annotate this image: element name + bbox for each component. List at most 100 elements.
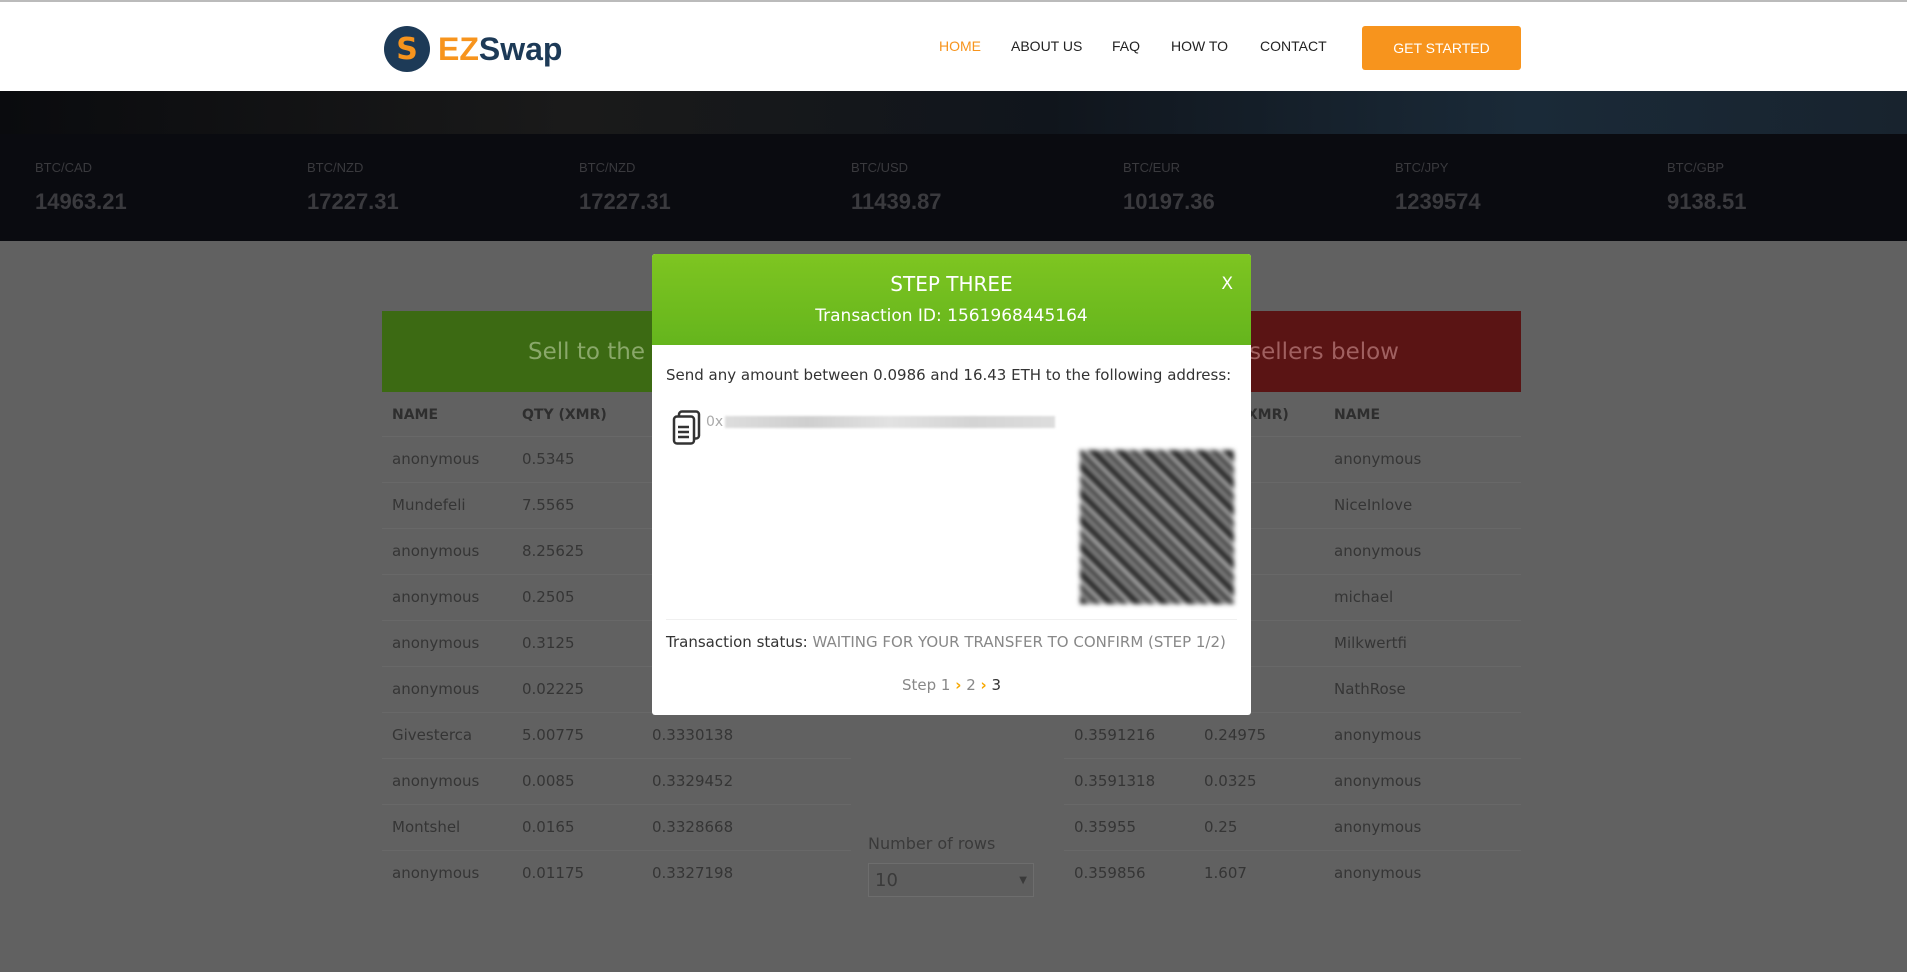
buy-table-cell: anonymous bbox=[1334, 864, 1422, 882]
sell-table-cell: 5.00775 bbox=[522, 726, 585, 744]
rows-label: Number of rows bbox=[868, 834, 996, 853]
caret-down-icon: ▼ bbox=[1019, 874, 1027, 886]
buy-table-cell: NathRose bbox=[1334, 680, 1406, 698]
rows-select-value: 10 bbox=[875, 869, 898, 891]
chevron-right-icon: › bbox=[955, 676, 962, 694]
price-ticker: BTC/CAD 14963.21 BTC/NZD 17227.31 BTC/NZD 172… bbox=[0, 134, 1907, 241]
buy-table-cell: Milkwertfi bbox=[1334, 634, 1407, 652]
sell-table-cell: 0.02225 bbox=[522, 680, 585, 698]
transaction-status: Transaction status: WAITING FOR YOUR TRA… bbox=[666, 633, 1226, 651]
buy-table-cell: 0.3591318 bbox=[1074, 772, 1156, 790]
sell-table-cell: 0.3327198 bbox=[652, 864, 734, 882]
address-redacted bbox=[725, 416, 1056, 428]
row-divider bbox=[382, 850, 851, 851]
sell-col-qty: QTY (XMR) bbox=[522, 407, 607, 423]
buy-table-cell: 1.607 bbox=[1204, 864, 1247, 882]
sell-table-cell: anonymous bbox=[392, 680, 480, 698]
ticker-item: BTC/NZD 17227.31 bbox=[272, 134, 544, 241]
buy-table-cell: anonymous bbox=[1334, 772, 1422, 790]
sell-table-cell: Montshel bbox=[392, 818, 461, 836]
sell-table-cell: anonymous bbox=[392, 588, 480, 606]
sell-table-cell: 0.01175 bbox=[522, 864, 585, 882]
ticker-pair: BTC/JPY bbox=[1395, 160, 1449, 175]
sell-table-cell: 0.0085 bbox=[522, 772, 575, 790]
buy-table-cell: anonymous bbox=[1334, 818, 1422, 836]
ticker-value: 10197.36 bbox=[1123, 189, 1215, 214]
buy-col-name: NAME bbox=[1334, 407, 1381, 423]
buy-table-cell: 0.0325 bbox=[1204, 772, 1257, 790]
ticker-pair: BTC/GBP bbox=[1667, 160, 1725, 175]
buy-table-cell: anonymous bbox=[1334, 726, 1422, 744]
buy-table-cell: NiceInlove bbox=[1334, 496, 1413, 514]
ticker-value: 11439.87 bbox=[851, 189, 942, 214]
sell-table-cell: 0.3329452 bbox=[652, 772, 734, 790]
ticker-item: BTC/JPY 1239574 bbox=[1360, 134, 1632, 241]
step-indicator: Step 1 › 2 › 3 bbox=[901, 676, 1002, 694]
row-divider bbox=[382, 804, 851, 805]
step-modal: STEP THREE Transaction ID: 1561968445164… bbox=[652, 254, 1251, 715]
sell-table-cell: 0.0165 bbox=[522, 818, 575, 836]
sell-table-cell: 0.5345 bbox=[522, 450, 575, 468]
ticker-item: BTC/GBP 9138.51 bbox=[1632, 134, 1904, 241]
modal-header: STEP THREE Transaction ID: 1561968445164… bbox=[652, 254, 1251, 345]
modal-title: STEP THREE bbox=[890, 272, 1013, 296]
ticker-pair: BTC/EUR bbox=[1123, 160, 1181, 175]
transaction-id: Transaction ID: 1561968445164 bbox=[815, 306, 1088, 326]
copy-icon[interactable] bbox=[672, 410, 702, 446]
nav-how-to[interactable]: HOW TO bbox=[1171, 38, 1228, 54]
sell-table-cell: anonymous bbox=[392, 864, 480, 882]
sell-table-cell: 0.2505 bbox=[522, 588, 575, 606]
sell-table-cell: Givesterca bbox=[392, 726, 473, 744]
ticker-value: 17227.31 bbox=[579, 189, 671, 214]
row-divider bbox=[1064, 758, 1521, 759]
sell-table-cell: anonymous bbox=[392, 542, 480, 560]
wallet-address[interactable]: 0x bbox=[706, 414, 1056, 430]
sell-table-cell: anonymous bbox=[392, 772, 480, 790]
sell-table-cell: 0.3125 bbox=[522, 634, 575, 652]
hero-banner bbox=[0, 91, 1907, 134]
ticker-value: 14963.21 bbox=[35, 189, 127, 214]
nav-faq[interactable]: FAQ bbox=[1112, 38, 1140, 54]
buy-table-cell: 0.35955 bbox=[1074, 818, 1137, 836]
row-divider bbox=[1064, 804, 1521, 805]
buy-table-cell: 0.24975 bbox=[1204, 726, 1267, 744]
ticker-value: 17227.31 bbox=[307, 189, 399, 214]
sell-table-cell: 8.25625 bbox=[522, 542, 585, 560]
ticker-pair: BTC/NZD bbox=[307, 160, 364, 175]
sell-table-cell: 7.5565 bbox=[522, 496, 575, 514]
sell-col-name: NAME bbox=[392, 407, 439, 423]
site-header: S EZSwap HOME ABOUT US FAQ HOW TO CONTAC… bbox=[0, 0, 1907, 91]
row-divider bbox=[382, 758, 851, 759]
sell-table-cell: 0.3328668 bbox=[652, 818, 734, 836]
ticker-pair: BTC/USD bbox=[851, 160, 909, 175]
buy-table-cell: 0.359856 bbox=[1074, 864, 1146, 882]
row-divider bbox=[1064, 850, 1521, 851]
buy-table-cell: 0.3591216 bbox=[1074, 726, 1156, 744]
nav-about-us[interactable]: ABOUT US bbox=[1011, 38, 1082, 54]
ticker-value: 9138.51 bbox=[1667, 189, 1747, 214]
ticker-pair: BTC/CAD bbox=[35, 160, 93, 175]
close-button[interactable]: X bbox=[1221, 274, 1233, 294]
ticker-item: BTC/EUR 10197.36 bbox=[1088, 134, 1360, 241]
status-value: WAITING FOR YOUR TRANSFER TO CONFIRM (ST… bbox=[812, 633, 1226, 651]
ticker-item: BTC/CAD 14963.21 bbox=[0, 134, 272, 241]
ticker-item: BTC/USD 11439.87 bbox=[816, 134, 1088, 241]
buy-table-cell: 0.25 bbox=[1204, 818, 1238, 836]
sell-table-cell: anonymous bbox=[392, 450, 480, 468]
logo-text: EZSwap bbox=[438, 30, 563, 67]
logo[interactable]: S EZSwap bbox=[384, 26, 562, 72]
chevron-right-icon: › bbox=[980, 676, 987, 694]
rows-select[interactable]: 10 ▼ bbox=[868, 863, 1034, 897]
sell-table-cell: Mundefeli bbox=[392, 496, 466, 514]
get-started-button[interactable]: GET STARTED bbox=[1362, 26, 1521, 70]
buy-table-cell: michael bbox=[1334, 588, 1394, 606]
ticker-item: BTC/NZD 17227.31 bbox=[544, 134, 816, 241]
ticker-pair: BTC/NZD bbox=[579, 160, 636, 175]
buy-table-cell: anonymous bbox=[1334, 542, 1422, 560]
sell-table-cell: anonymous bbox=[392, 634, 480, 652]
nav-contact[interactable]: CONTACT bbox=[1260, 38, 1327, 54]
send-instructions: Send any amount between 0.0986 and 16.43… bbox=[666, 366, 1232, 384]
divider bbox=[666, 619, 1237, 620]
nav-home[interactable]: HOME bbox=[939, 38, 981, 54]
buy-table-cell: anonymous bbox=[1334, 450, 1422, 468]
